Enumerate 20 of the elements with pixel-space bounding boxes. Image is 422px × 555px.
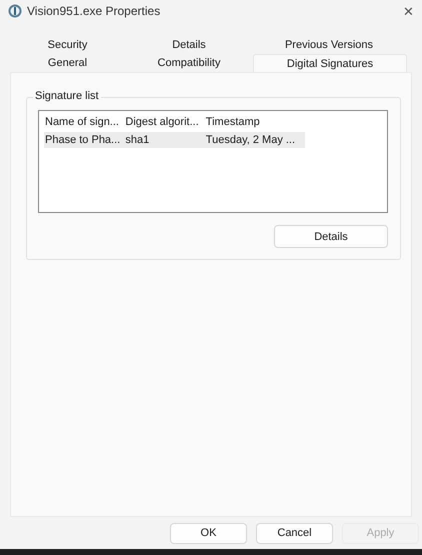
list-row[interactable]: Phase to Pha... sha1 Tuesday, 2 May ... [44,132,305,148]
tab[interactable]: General [10,54,125,72]
close-button[interactable]: ✕ [403,4,414,18]
tab[interactable]: Details [125,37,253,53]
column-header[interactable]: Name of sign... [44,116,124,128]
dialog-button[interactable]: OK [170,522,247,544]
column-header[interactable]: Digest algorit... [124,116,205,128]
group-title: Signature list [33,90,101,102]
tab[interactable]: Previous Versions [253,37,405,53]
app-icon [8,4,22,18]
dialog-button[interactable]: Cancel [256,522,333,544]
window-title: Vision951.exe Properties [27,4,162,18]
tab[interactable]: Compatibility [125,54,253,72]
details-button[interactable]: Details [274,225,388,248]
tab[interactable]: Security [10,37,125,53]
column-header[interactable]: Timestamp [204,116,306,128]
list-cell-text: sha1 [124,134,150,146]
tab[interactable]: Digital Signatures [253,54,407,72]
list-cell-text: Phase to Pha... [44,134,122,146]
list-cell-text: Tuesday, 2 May ... [204,134,296,146]
